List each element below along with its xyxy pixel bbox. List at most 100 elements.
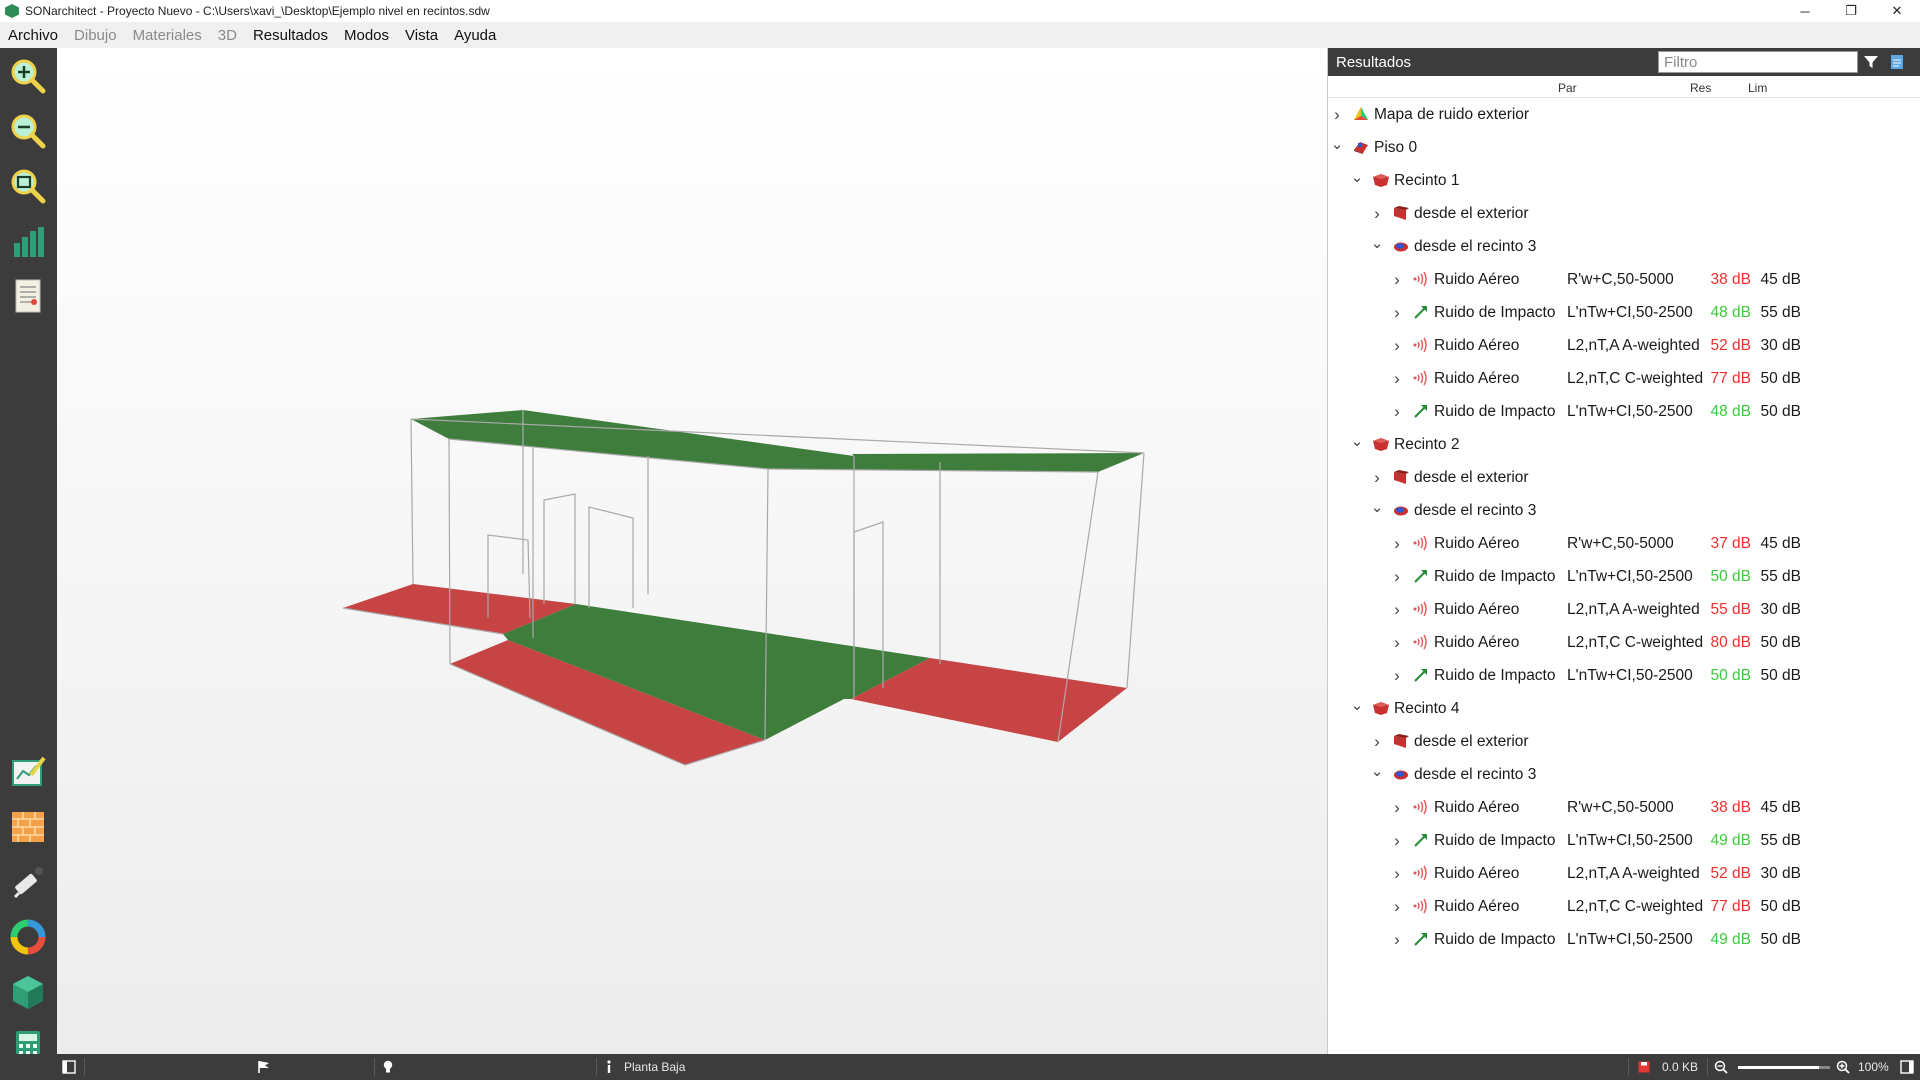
- result-row[interactable]: › Ruido Aéreo R'w+C,50-5000 38 dB 45 dB: [1328, 263, 1920, 296]
- result-row[interactable]: › Ruido de Impacto L'nTw+CI,50-2500 49 dB 50…: [1328, 923, 1920, 956]
- airborne-noise-icon: [1412, 799, 1430, 815]
- result-row[interactable]: › Ruido Aéreo L2,nT,C C-weighted 77 dB 50 dB: [1328, 362, 1920, 395]
- limit-value: 50 dB: [1760, 667, 1801, 684]
- menu-resultados[interactable]: Resultados: [245, 27, 336, 44]
- tree-node[interactable]: ⌄ Recinto 4: [1328, 692, 1920, 725]
- chevron-right-icon[interactable]: ›: [1370, 197, 1384, 230]
- chevron-down-icon[interactable]: ⌄: [1350, 428, 1364, 461]
- zoom-in-small-button[interactable]: [1836, 1054, 1850, 1080]
- chevron-down-icon[interactable]: ⌄: [1370, 494, 1384, 527]
- 3d-viewport[interactable]: [57, 48, 1327, 1054]
- tree-node[interactable]: ⌄ Recinto 2: [1328, 428, 1920, 461]
- hint-button[interactable]: [382, 1054, 394, 1080]
- chevron-down-icon[interactable]: ⌄: [1350, 164, 1364, 197]
- menu-dibujo[interactable]: Dibujo: [66, 27, 125, 44]
- tree-node[interactable]: › Mapa de ruido exterior: [1328, 98, 1920, 131]
- result-row[interactable]: › Ruido de Impacto L'nTw+CI,50-2500 48 dB 50…: [1328, 395, 1920, 428]
- result-row[interactable]: › Ruido Aéreo L2,nT,C C-weighted 80 dB 50 dB: [1328, 626, 1920, 659]
- limit-value: 55 dB: [1760, 568, 1801, 585]
- chevron-right-icon[interactable]: ›: [1390, 362, 1404, 395]
- chevron-right-icon[interactable]: ›: [1390, 626, 1404, 659]
- 3d-view-button[interactable]: [6, 970, 50, 1014]
- result-row[interactable]: › Ruido Aéreo R'w+C,50-5000 38 dB 45 dB: [1328, 791, 1920, 824]
- menu-vista[interactable]: Vista: [397, 27, 446, 44]
- tree-node[interactable]: ⌄ desde el recinto 3: [1328, 758, 1920, 791]
- result-fail-value: 38 dB: [1710, 799, 1751, 816]
- chevron-right-icon[interactable]: ›: [1390, 824, 1404, 857]
- result-row[interactable]: › Ruido Aéreo L2,nT,C C-weighted 77 dB 50 dB: [1328, 890, 1920, 923]
- chevron-right-icon[interactable]: ›: [1390, 593, 1404, 626]
- zoom-slider[interactable]: [1738, 1054, 1830, 1080]
- status-separator: [1707, 1058, 1708, 1076]
- maximize-button[interactable]: ❐: [1828, 0, 1874, 22]
- result-row[interactable]: › Ruido Aéreo R'w+C,50-5000 37 dB 45 dB: [1328, 527, 1920, 560]
- chevron-right-icon[interactable]: ›: [1390, 791, 1404, 824]
- node-label: Recinto 2: [1394, 436, 1460, 453]
- tree-node[interactable]: › desde el exterior: [1328, 725, 1920, 758]
- tree-node[interactable]: ⌄ Recinto 1: [1328, 164, 1920, 197]
- edit-plan-button[interactable]: [6, 750, 50, 794]
- result-row[interactable]: › Ruido de Impacto L'nTw+CI,50-2500 48 dB 55…: [1328, 296, 1920, 329]
- menu-materiales[interactable]: Materiales: [125, 27, 210, 44]
- chevron-right-icon[interactable]: ›: [1370, 725, 1384, 758]
- chevron-right-icon[interactable]: ›: [1390, 296, 1404, 329]
- results-chart-button[interactable]: [6, 219, 50, 263]
- color-map-button[interactable]: [6, 915, 50, 959]
- adjacent-room-icon: [1392, 502, 1410, 518]
- tree-node[interactable]: ⌄ desde el recinto 3: [1328, 230, 1920, 263]
- chevron-down-icon[interactable]: ⌄: [1370, 230, 1384, 263]
- tree-node[interactable]: › desde el exterior: [1328, 197, 1920, 230]
- chevron-down-icon[interactable]: ⌄: [1330, 131, 1344, 164]
- airborne-noise-icon: [1412, 898, 1430, 914]
- chevron-right-icon[interactable]: ›: [1390, 923, 1404, 956]
- result-row[interactable]: › Ruido de Impacto L'nTw+CI,50-2500 50 dB 55…: [1328, 560, 1920, 593]
- exterior-icon: [1392, 469, 1410, 485]
- menu-ayuda[interactable]: Ayuda: [446, 27, 504, 44]
- chevron-right-icon[interactable]: ›: [1330, 98, 1344, 131]
- tree-node[interactable]: ⌄ Piso 0: [1328, 131, 1920, 164]
- menu-modos[interactable]: Modos: [336, 27, 397, 44]
- chevron-right-icon[interactable]: ›: [1390, 395, 1404, 428]
- chevron-right-icon[interactable]: ›: [1390, 857, 1404, 890]
- result-row[interactable]: › Ruido de Impacto L'nTw+CI,50-2500 50 dB 50…: [1328, 659, 1920, 692]
- zoom-out-button[interactable]: [6, 109, 50, 153]
- menu-3d[interactable]: 3D: [210, 27, 245, 44]
- chevron-right-icon[interactable]: ›: [1390, 329, 1404, 362]
- tree-node[interactable]: ⌄ desde el recinto 3: [1328, 494, 1920, 527]
- result-row[interactable]: › Ruido de Impacto L'nTw+CI,50-2500 49 dB 55…: [1328, 824, 1920, 857]
- report-button[interactable]: [6, 274, 50, 318]
- filter-input[interactable]: [1658, 51, 1858, 73]
- flag-icon: [258, 1061, 269, 1073]
- panel-toggle-right-icon: [1900, 1060, 1914, 1074]
- chevron-right-icon[interactable]: ›: [1390, 560, 1404, 593]
- zoom-out-small-button[interactable]: [1714, 1054, 1728, 1080]
- column-par[interactable]: Par: [1558, 81, 1577, 95]
- menu-archivo[interactable]: Archivo: [0, 27, 66, 44]
- chevron-right-icon[interactable]: ›: [1390, 527, 1404, 560]
- chevron-right-icon[interactable]: ›: [1390, 263, 1404, 296]
- zoom-fit-button[interactable]: [6, 164, 50, 208]
- result-row[interactable]: › Ruido Aéreo L2,nT,A A-weighted 52 dB 30 dB: [1328, 329, 1920, 362]
- materials-button[interactable]: [6, 805, 50, 849]
- chevron-right-icon[interactable]: ›: [1390, 659, 1404, 692]
- chevron-right-icon[interactable]: ›: [1390, 890, 1404, 923]
- tree-node[interactable]: › desde el exterior: [1328, 461, 1920, 494]
- zoom-in-button[interactable]: [6, 54, 50, 98]
- result-fail-value: 52 dB: [1710, 337, 1751, 354]
- chevron-down-icon[interactable]: ⌄: [1350, 692, 1364, 725]
- minimize-button[interactable]: ─: [1782, 0, 1828, 22]
- parameter-value: L'nTw+CI,50-2500: [1567, 832, 1693, 849]
- result-row[interactable]: › Ruido Aéreo L2,nT,A A-weighted 55 dB 30 dB: [1328, 593, 1920, 626]
- close-button[interactable]: ✕: [1874, 0, 1920, 22]
- column-res[interactable]: Res: [1690, 81, 1711, 95]
- flag-button[interactable]: [257, 1054, 270, 1080]
- export-button[interactable]: [1884, 48, 1910, 76]
- result-row[interactable]: › Ruido Aéreo L2,nT,A A-weighted 52 dB 30 dB: [1328, 857, 1920, 890]
- toggle-panel-button[interactable]: [62, 1054, 76, 1080]
- column-lim[interactable]: Lim: [1748, 81, 1767, 95]
- chevron-down-icon[interactable]: ⌄: [1370, 758, 1384, 791]
- chevron-right-icon[interactable]: ›: [1370, 461, 1384, 494]
- measure-button[interactable]: [6, 860, 50, 904]
- toggle-right-panel-button[interactable]: [1900, 1054, 1914, 1080]
- filter-button[interactable]: [1858, 48, 1884, 76]
